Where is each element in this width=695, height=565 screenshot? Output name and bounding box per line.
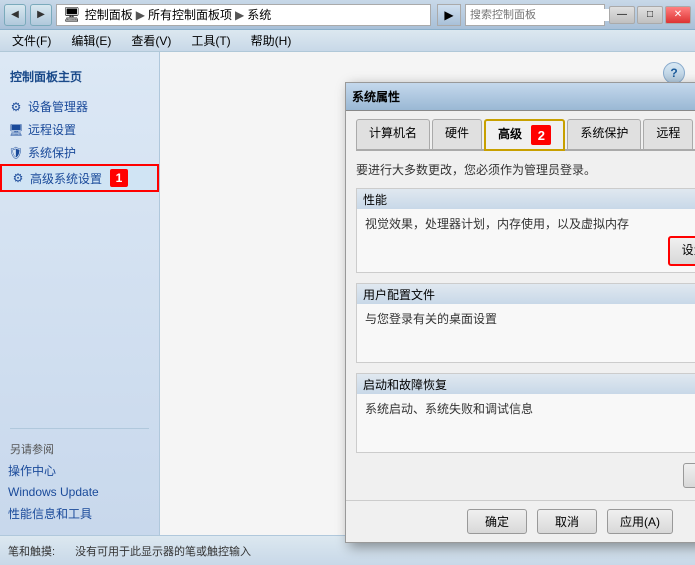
performance-btn-row: 设置(S)... 3 — [365, 236, 695, 266]
bottom-label2: 没有可用于此显示器的笔或触控输入 — [75, 543, 251, 559]
device-manager-icon: ⚙ — [8, 99, 24, 115]
tab-system-protection[interactable]: 系统保护 — [567, 119, 641, 149]
menu-help[interactable]: 帮助(H) — [245, 31, 298, 50]
sidebar-item-advanced-settings[interactable]: ⚙ 高级系统设置 1 — [0, 164, 159, 192]
tab-remote[interactable]: 远程 — [643, 119, 693, 149]
sidebar-item-device-manager[interactable]: ⚙ 设备管理器 — [0, 95, 159, 118]
tab-computer-name[interactable]: 计算机名 — [356, 119, 430, 149]
sidebar-label-system-protection: 系统保护 — [28, 144, 76, 161]
main-content: 系统属性 ✕ 计算机名 硬件 高级 2 系统保护 远程 — [160, 52, 695, 535]
dialog-content: 计算机名 硬件 高级 2 系统保护 远程 要进行大多数更改，您必须作为管理员登录… — [346, 111, 695, 500]
system-properties-dialog: 系统属性 ✕ 计算机名 硬件 高级 2 系统保护 远程 — [345, 82, 695, 543]
dialog-titlebar: 系统属性 ✕ — [346, 83, 695, 111]
user-profiles-btn-row: 设置(E)... — [365, 331, 695, 356]
dialog-notice: 要进行大多数更改，您必须作为管理员登录。 — [356, 161, 695, 178]
startup-recovery-btn-row: 设置(T)... — [365, 421, 695, 446]
advanced-settings-icon: ⚙ — [10, 170, 26, 186]
startup-recovery-desc: 系统启动、系统失败和调试信息 — [365, 400, 695, 417]
annotation-badge-2: 2 — [531, 125, 551, 145]
sidebar-item-system-protection[interactable]: 🛡 系统保护 — [0, 141, 159, 164]
performance-info-label: 性能信息和工具 — [8, 505, 92, 522]
tab-bar: 计算机名 硬件 高级 2 系统保护 远程 — [356, 119, 695, 151]
startup-recovery-title: 启动和故障恢复 — [357, 374, 695, 394]
windows-update-label: Windows Update — [8, 485, 99, 499]
performance-desc: 视觉效果，处理器计划，内存使用，以及虚拟内存 — [365, 215, 695, 232]
address-sep1: ▶ — [136, 8, 145, 22]
user-profiles-section: 用户配置文件 与您登录有关的桌面设置 设置(E)... — [356, 283, 695, 363]
address-prefix: 控制面板 — [85, 6, 133, 23]
dialog-apply-button[interactable]: 应用(A) — [607, 509, 673, 534]
user-profiles-desc: 与您登录有关的桌面设置 — [365, 310, 695, 327]
menu-bar: 文件(F) 编辑(E) 查看(V) 工具(T) 帮助(H) — [0, 30, 695, 52]
sidebar-label-remote-settings: 远程设置 — [28, 121, 76, 138]
menu-view[interactable]: 查看(V) — [125, 31, 177, 50]
sidebar-label-device-manager: 设备管理器 — [28, 98, 88, 115]
startup-recovery-section: 启动和故障恢复 系统启动、系统失败和调试信息 设置(T)... — [356, 373, 695, 453]
performance-settings-button[interactable]: 设置(S)... 3 — [668, 236, 695, 266]
sidebar-label-advanced-settings: 高级系统设置 — [30, 170, 102, 187]
dialog-footer: 确定 取消 应用(A) — [346, 500, 695, 542]
search-input[interactable] — [466, 9, 616, 21]
main-window: ◀ ▶ 🖥 控制面板 ▶ 所有控制面板项 ▶ 系统 ▶ 🔍 — □ ✕ 文件(F… — [0, 0, 695, 565]
env-variables-button[interactable]: 环境变量(N)... — [683, 463, 695, 488]
sidebar-item-windows-update[interactable]: Windows Update — [0, 482, 159, 502]
dialog-cancel-button[interactable]: 取消 — [537, 509, 597, 534]
address-part2: 系统 — [247, 6, 271, 23]
back-button[interactable]: ◀ — [4, 4, 26, 26]
maximize-button[interactable]: □ — [637, 6, 663, 24]
performance-section: 性能 视觉效果，处理器计划，内存使用，以及虚拟内存 设置(S)... 3 — [356, 188, 695, 273]
search-bar[interactable]: 🔍 — [465, 4, 605, 26]
sidebar: 控制面板主页 ⚙ 设备管理器 🖥 远程设置 🛡 系统保护 ⚙ 高级系统设置 1 … — [0, 52, 160, 535]
dialog-title: 系统属性 — [352, 88, 695, 105]
tab-hardware[interactable]: 硬件 — [432, 119, 482, 149]
annotation-badge-1: 1 — [110, 169, 128, 187]
sidebar-item-action-center[interactable]: 操作中心 — [0, 459, 159, 482]
help-button[interactable]: ? — [663, 62, 685, 84]
bottom-label1: 笔和触摸: — [8, 543, 55, 559]
minimize-button[interactable]: — — [609, 6, 635, 24]
menu-file[interactable]: 文件(F) — [6, 31, 57, 50]
menu-tools[interactable]: 工具(T) — [185, 31, 236, 50]
system-protection-icon: 🛡 — [8, 145, 24, 161]
action-center-label: 操作中心 — [8, 462, 56, 479]
address-icon: 🖥 — [63, 6, 81, 23]
user-profiles-title: 用户配置文件 — [357, 284, 695, 304]
tab-advanced[interactable]: 高级 2 — [484, 119, 565, 151]
close-button[interactable]: ✕ — [665, 6, 691, 24]
address-bar[interactable]: 🖥 控制面板 ▶ 所有控制面板项 ▶ 系统 — [56, 4, 431, 26]
forward-button[interactable]: ▶ — [30, 4, 52, 26]
sidebar-divider — [10, 428, 149, 429]
menu-edit[interactable]: 编辑(E) — [65, 31, 117, 50]
content-area: 控制面板主页 ⚙ 设备管理器 🖥 远程设置 🛡 系统保护 ⚙ 高级系统设置 1 … — [0, 52, 695, 535]
go-button[interactable]: ▶ — [437, 4, 461, 26]
address-part1: 所有控制面板项 — [148, 6, 232, 23]
remote-settings-icon: 🖥 — [8, 122, 24, 138]
sidebar-title: 控制面板主页 — [10, 68, 149, 85]
sidebar-also-title: 另请参阅 — [0, 435, 159, 459]
sidebar-item-remote-settings[interactable]: 🖥 远程设置 — [0, 118, 159, 141]
sidebar-item-performance-info[interactable]: 性能信息和工具 — [0, 502, 159, 525]
performance-title: 性能 — [357, 189, 695, 209]
nav-buttons: ◀ ▶ — [4, 4, 52, 26]
window-controls: — □ ✕ — [609, 6, 691, 24]
address-sep2: ▶ — [235, 8, 244, 22]
sidebar-header: 控制面板主页 — [0, 62, 159, 95]
dialog-ok-button[interactable]: 确定 — [467, 509, 527, 534]
env-variables-row: 环境变量(N)... — [356, 463, 695, 492]
title-bar: ◀ ▶ 🖥 控制面板 ▶ 所有控制面板项 ▶ 系统 ▶ 🔍 — □ ✕ — [0, 0, 695, 30]
